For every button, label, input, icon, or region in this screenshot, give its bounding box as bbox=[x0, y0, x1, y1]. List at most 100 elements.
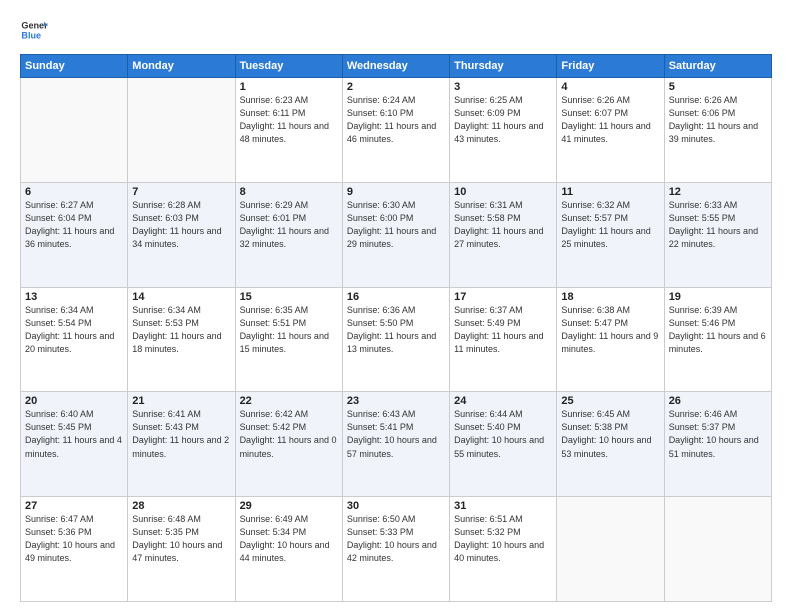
calendar-cell: 20Sunrise: 6:40 AMSunset: 5:45 PMDayligh… bbox=[21, 392, 128, 497]
day-info: Sunrise: 6:39 AMSunset: 5:46 PMDaylight:… bbox=[669, 304, 767, 356]
weekday-header-row: SundayMondayTuesdayWednesdayThursdayFrid… bbox=[21, 55, 772, 78]
day-number: 21 bbox=[132, 395, 230, 407]
calendar-cell: 16Sunrise: 6:36 AMSunset: 5:50 PMDayligh… bbox=[342, 287, 449, 392]
day-number: 15 bbox=[240, 291, 338, 303]
day-info: Sunrise: 6:47 AMSunset: 5:36 PMDaylight:… bbox=[25, 513, 123, 565]
day-info: Sunrise: 6:50 AMSunset: 5:33 PMDaylight:… bbox=[347, 513, 445, 565]
calendar-row: 20Sunrise: 6:40 AMSunset: 5:45 PMDayligh… bbox=[21, 392, 772, 497]
calendar-cell: 11Sunrise: 6:32 AMSunset: 5:57 PMDayligh… bbox=[557, 182, 664, 287]
day-info: Sunrise: 6:43 AMSunset: 5:41 PMDaylight:… bbox=[347, 408, 445, 460]
page: General Blue SundayMondayTuesdayWednesda… bbox=[0, 0, 792, 612]
calendar-cell: 19Sunrise: 6:39 AMSunset: 5:46 PMDayligh… bbox=[664, 287, 771, 392]
svg-text:Blue: Blue bbox=[21, 30, 41, 40]
day-number: 5 bbox=[669, 81, 767, 93]
day-number: 1 bbox=[240, 81, 338, 93]
day-number: 13 bbox=[25, 291, 123, 303]
calendar-cell bbox=[21, 78, 128, 183]
calendar-cell: 18Sunrise: 6:38 AMSunset: 5:47 PMDayligh… bbox=[557, 287, 664, 392]
day-number: 20 bbox=[25, 395, 123, 407]
day-info: Sunrise: 6:33 AMSunset: 5:55 PMDaylight:… bbox=[669, 199, 767, 251]
day-info: Sunrise: 6:48 AMSunset: 5:35 PMDaylight:… bbox=[132, 513, 230, 565]
day-info: Sunrise: 6:26 AMSunset: 6:07 PMDaylight:… bbox=[561, 94, 659, 146]
weekday-tuesday: Tuesday bbox=[235, 55, 342, 78]
calendar-cell: 30Sunrise: 6:50 AMSunset: 5:33 PMDayligh… bbox=[342, 497, 449, 602]
calendar-cell: 25Sunrise: 6:45 AMSunset: 5:38 PMDayligh… bbox=[557, 392, 664, 497]
day-info: Sunrise: 6:40 AMSunset: 5:45 PMDaylight:… bbox=[25, 408, 123, 460]
calendar-cell bbox=[128, 78, 235, 183]
day-info: Sunrise: 6:30 AMSunset: 6:00 PMDaylight:… bbox=[347, 199, 445, 251]
day-number: 19 bbox=[669, 291, 767, 303]
day-info: Sunrise: 6:36 AMSunset: 5:50 PMDaylight:… bbox=[347, 304, 445, 356]
day-info: Sunrise: 6:27 AMSunset: 6:04 PMDaylight:… bbox=[25, 199, 123, 251]
day-number: 10 bbox=[454, 186, 552, 198]
day-info: Sunrise: 6:41 AMSunset: 5:43 PMDaylight:… bbox=[132, 408, 230, 460]
day-number: 4 bbox=[561, 81, 659, 93]
logo-icon: General Blue bbox=[20, 16, 48, 44]
day-number: 29 bbox=[240, 500, 338, 512]
day-number: 31 bbox=[454, 500, 552, 512]
calendar-cell: 13Sunrise: 6:34 AMSunset: 5:54 PMDayligh… bbox=[21, 287, 128, 392]
day-number: 28 bbox=[132, 500, 230, 512]
header: General Blue bbox=[20, 16, 772, 44]
day-number: 12 bbox=[669, 186, 767, 198]
day-info: Sunrise: 6:42 AMSunset: 5:42 PMDaylight:… bbox=[240, 408, 338, 460]
day-info: Sunrise: 6:35 AMSunset: 5:51 PMDaylight:… bbox=[240, 304, 338, 356]
calendar-cell: 26Sunrise: 6:46 AMSunset: 5:37 PMDayligh… bbox=[664, 392, 771, 497]
day-info: Sunrise: 6:23 AMSunset: 6:11 PMDaylight:… bbox=[240, 94, 338, 146]
weekday-friday: Friday bbox=[557, 55, 664, 78]
day-number: 22 bbox=[240, 395, 338, 407]
calendar-cell: 15Sunrise: 6:35 AMSunset: 5:51 PMDayligh… bbox=[235, 287, 342, 392]
calendar-cell: 24Sunrise: 6:44 AMSunset: 5:40 PMDayligh… bbox=[450, 392, 557, 497]
day-info: Sunrise: 6:34 AMSunset: 5:53 PMDaylight:… bbox=[132, 304, 230, 356]
day-info: Sunrise: 6:51 AMSunset: 5:32 PMDaylight:… bbox=[454, 513, 552, 565]
calendar-cell: 29Sunrise: 6:49 AMSunset: 5:34 PMDayligh… bbox=[235, 497, 342, 602]
calendar-cell: 9Sunrise: 6:30 AMSunset: 6:00 PMDaylight… bbox=[342, 182, 449, 287]
day-info: Sunrise: 6:45 AMSunset: 5:38 PMDaylight:… bbox=[561, 408, 659, 460]
day-number: 24 bbox=[454, 395, 552, 407]
calendar-cell: 4Sunrise: 6:26 AMSunset: 6:07 PMDaylight… bbox=[557, 78, 664, 183]
day-info: Sunrise: 6:25 AMSunset: 6:09 PMDaylight:… bbox=[454, 94, 552, 146]
calendar-cell: 22Sunrise: 6:42 AMSunset: 5:42 PMDayligh… bbox=[235, 392, 342, 497]
day-info: Sunrise: 6:24 AMSunset: 6:10 PMDaylight:… bbox=[347, 94, 445, 146]
calendar-cell: 27Sunrise: 6:47 AMSunset: 5:36 PMDayligh… bbox=[21, 497, 128, 602]
day-number: 25 bbox=[561, 395, 659, 407]
day-number: 14 bbox=[132, 291, 230, 303]
day-info: Sunrise: 6:29 AMSunset: 6:01 PMDaylight:… bbox=[240, 199, 338, 251]
calendar-cell: 17Sunrise: 6:37 AMSunset: 5:49 PMDayligh… bbox=[450, 287, 557, 392]
day-info: Sunrise: 6:28 AMSunset: 6:03 PMDaylight:… bbox=[132, 199, 230, 251]
day-number: 26 bbox=[669, 395, 767, 407]
weekday-sunday: Sunday bbox=[21, 55, 128, 78]
day-info: Sunrise: 6:49 AMSunset: 5:34 PMDaylight:… bbox=[240, 513, 338, 565]
day-info: Sunrise: 6:32 AMSunset: 5:57 PMDaylight:… bbox=[561, 199, 659, 251]
calendar-cell: 23Sunrise: 6:43 AMSunset: 5:41 PMDayligh… bbox=[342, 392, 449, 497]
calendar-cell: 8Sunrise: 6:29 AMSunset: 6:01 PMDaylight… bbox=[235, 182, 342, 287]
day-number: 11 bbox=[561, 186, 659, 198]
weekday-monday: Monday bbox=[128, 55, 235, 78]
day-info: Sunrise: 6:34 AMSunset: 5:54 PMDaylight:… bbox=[25, 304, 123, 356]
weekday-thursday: Thursday bbox=[450, 55, 557, 78]
calendar-cell: 10Sunrise: 6:31 AMSunset: 5:58 PMDayligh… bbox=[450, 182, 557, 287]
day-number: 17 bbox=[454, 291, 552, 303]
calendar-cell: 7Sunrise: 6:28 AMSunset: 6:03 PMDaylight… bbox=[128, 182, 235, 287]
day-number: 7 bbox=[132, 186, 230, 198]
calendar-table: SundayMondayTuesdayWednesdayThursdayFrid… bbox=[20, 54, 772, 602]
calendar-cell: 12Sunrise: 6:33 AMSunset: 5:55 PMDayligh… bbox=[664, 182, 771, 287]
calendar-row: 27Sunrise: 6:47 AMSunset: 5:36 PMDayligh… bbox=[21, 497, 772, 602]
calendar-row: 13Sunrise: 6:34 AMSunset: 5:54 PMDayligh… bbox=[21, 287, 772, 392]
day-info: Sunrise: 6:38 AMSunset: 5:47 PMDaylight:… bbox=[561, 304, 659, 356]
calendar-row: 1Sunrise: 6:23 AMSunset: 6:11 PMDaylight… bbox=[21, 78, 772, 183]
calendar-cell: 2Sunrise: 6:24 AMSunset: 6:10 PMDaylight… bbox=[342, 78, 449, 183]
day-info: Sunrise: 6:46 AMSunset: 5:37 PMDaylight:… bbox=[669, 408, 767, 460]
day-info: Sunrise: 6:37 AMSunset: 5:49 PMDaylight:… bbox=[454, 304, 552, 356]
calendar-row: 6Sunrise: 6:27 AMSunset: 6:04 PMDaylight… bbox=[21, 182, 772, 287]
calendar-cell: 3Sunrise: 6:25 AMSunset: 6:09 PMDaylight… bbox=[450, 78, 557, 183]
day-number: 16 bbox=[347, 291, 445, 303]
day-number: 30 bbox=[347, 500, 445, 512]
day-info: Sunrise: 6:26 AMSunset: 6:06 PMDaylight:… bbox=[669, 94, 767, 146]
calendar-cell: 1Sunrise: 6:23 AMSunset: 6:11 PMDaylight… bbox=[235, 78, 342, 183]
calendar-cell: 21Sunrise: 6:41 AMSunset: 5:43 PMDayligh… bbox=[128, 392, 235, 497]
calendar-cell: 14Sunrise: 6:34 AMSunset: 5:53 PMDayligh… bbox=[128, 287, 235, 392]
calendar-cell: 5Sunrise: 6:26 AMSunset: 6:06 PMDaylight… bbox=[664, 78, 771, 183]
day-info: Sunrise: 6:44 AMSunset: 5:40 PMDaylight:… bbox=[454, 408, 552, 460]
day-number: 8 bbox=[240, 186, 338, 198]
